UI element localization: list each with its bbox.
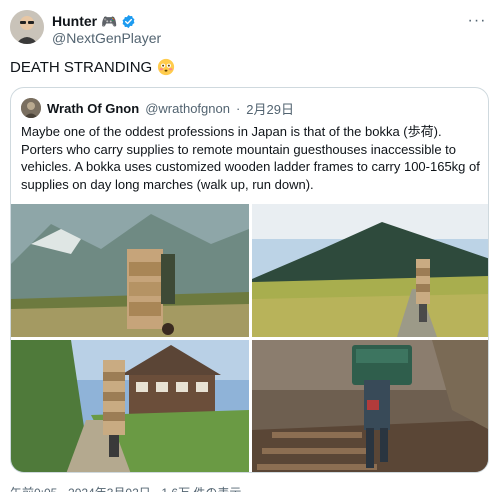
quoted-separator: · bbox=[235, 100, 241, 116]
tweet-text-content: DEATH STRANDING bbox=[10, 58, 153, 76]
author-name-row: Hunter 🎮 bbox=[52, 13, 136, 29]
tweet-header: Hunter 🎮 @NextGenPlayer ··· bbox=[10, 10, 490, 50]
author-display-name[interactable]: Hunter bbox=[52, 13, 97, 29]
tweet-timestamp[interactable]: 午前0:05 · 2024年3月02日 · 1.6万 件の表示 bbox=[10, 484, 241, 492]
quoted-text: Maybe one of the oddest professions in J… bbox=[21, 124, 480, 192]
quoted-display-name: Wrath Of Gnon bbox=[47, 100, 140, 116]
author-avatar[interactable] bbox=[10, 10, 44, 44]
quoted-date: 2月29日 bbox=[246, 101, 294, 117]
verified-badge-icon[interactable] bbox=[121, 14, 136, 29]
more-options-icon[interactable]: ··· bbox=[464, 10, 490, 32]
tweet-text: DEATH STRANDING bbox=[10, 58, 175, 76]
quoted-handle: @wrathofgnon bbox=[145, 100, 230, 116]
author-handle[interactable]: @NextGenPlayer bbox=[52, 30, 161, 46]
quoted-media-grid bbox=[11, 204, 488, 472]
quoted-author-avatar bbox=[21, 98, 41, 118]
media-photo-3[interactable] bbox=[11, 340, 249, 472]
quoted-tweet-header: Wrath Of Gnon @wrathofgnon · 2月29日 bbox=[21, 98, 294, 118]
media-photo-1[interactable] bbox=[11, 204, 249, 337]
gamepad-icon: 🎮 bbox=[101, 13, 118, 29]
media-photo-2[interactable] bbox=[252, 204, 488, 337]
media-photo-4[interactable] bbox=[252, 340, 488, 472]
quoted-tweet-card[interactable]: Wrath Of Gnon @wrathofgnon · 2月29日 Maybe… bbox=[10, 87, 489, 473]
flushed-face-icon bbox=[158, 58, 175, 76]
